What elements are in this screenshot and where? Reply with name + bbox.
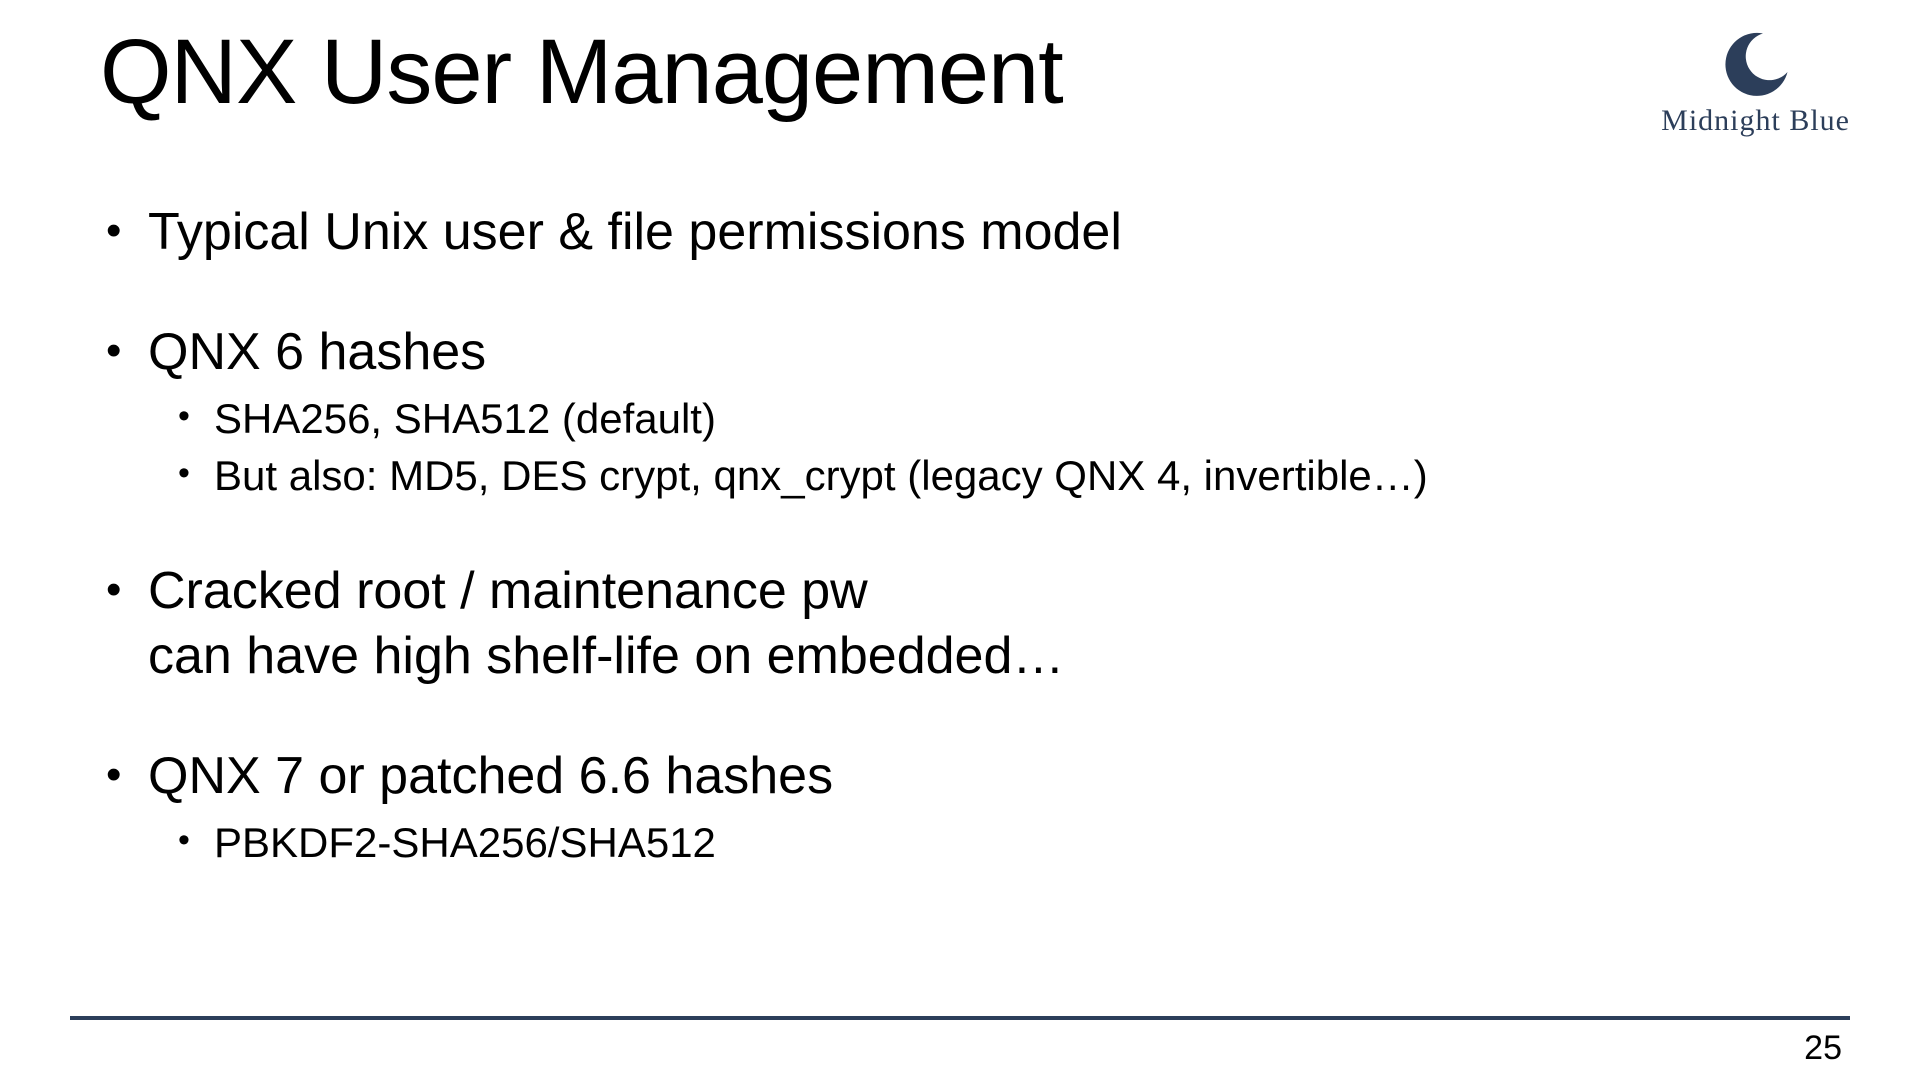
slide-content: Typical Unix user & file permissions mod…	[100, 200, 1820, 927]
sub-bullet-item: SHA256, SHA512 (default)	[172, 391, 1820, 448]
bullet-list: Typical Unix user & file permissions mod…	[100, 200, 1820, 872]
sub-bullet-text: PBKDF2-SHA256/SHA512	[214, 819, 716, 866]
sub-bullet-list: SHA256, SHA512 (default) But also: MD5, …	[172, 391, 1820, 504]
bullet-text: Cracked root / maintenance pw can have h…	[148, 562, 1064, 685]
slide: QNX User Management Midnight Blue Typica…	[0, 0, 1920, 1080]
slide-title: QNX User Management	[100, 20, 1063, 125]
moon-icon	[1721, 30, 1791, 100]
bullet-item: QNX 7 or patched 6.6 hashes PBKDF2-SHA25…	[100, 744, 1820, 872]
brand-logo-text: Midnight Blue	[1661, 104, 1850, 138]
bullet-item: Cracked root / maintenance pw can have h…	[100, 559, 1820, 689]
footer-rule	[70, 1016, 1850, 1020]
bullet-text: Typical Unix user & file permissions mod…	[148, 203, 1122, 261]
sub-bullet-item: PBKDF2-SHA256/SHA512	[172, 815, 1820, 872]
bullet-item: QNX 6 hashes SHA256, SHA512 (default) Bu…	[100, 320, 1820, 504]
sub-bullet-list: PBKDF2-SHA256/SHA512	[172, 815, 1820, 872]
sub-bullet-text: But also: MD5, DES crypt, qnx_crypt (leg…	[214, 452, 1428, 499]
bullet-text: QNX 7 or patched 6.6 hashes	[148, 747, 833, 805]
brand-logo: Midnight Blue	[1661, 30, 1850, 138]
bullet-item: Typical Unix user & file permissions mod…	[100, 200, 1820, 265]
page-number: 25	[1804, 1029, 1842, 1068]
sub-bullet-item: But also: MD5, DES crypt, qnx_crypt (leg…	[172, 448, 1820, 505]
bullet-text: QNX 6 hashes	[148, 323, 486, 381]
sub-bullet-text: SHA256, SHA512 (default)	[214, 395, 716, 442]
